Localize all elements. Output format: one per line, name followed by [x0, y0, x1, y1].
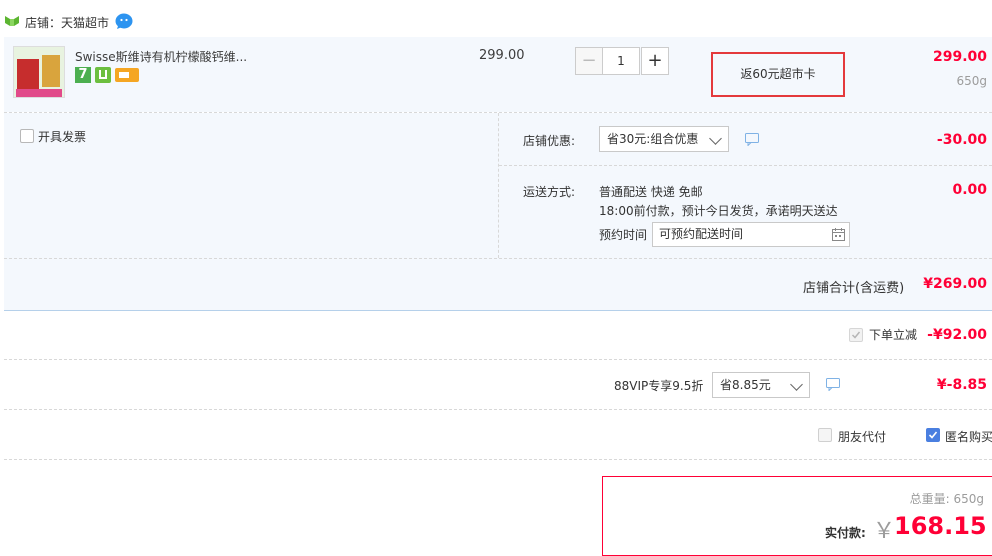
delivery-time-placeholder: 可预约配送时间	[659, 227, 744, 241]
shipping-amount: 0.00	[952, 182, 987, 198]
checkmark-icon	[928, 431, 938, 439]
message-icon[interactable]	[745, 133, 759, 146]
currency-symbol: ￥	[873, 519, 896, 544]
tmall-shop-icon	[5, 16, 19, 26]
delivery-time-label: 预约时间	[599, 228, 648, 242]
quantity-input[interactable]: 1	[602, 47, 640, 75]
shop-discount-label: 店铺优惠:	[523, 134, 576, 148]
shop-name[interactable]: 店铺：天猫超市	[25, 14, 109, 31]
service-guarantee-icon[interactable]	[95, 67, 111, 83]
chevron-down-icon	[709, 132, 722, 145]
shop-total-amount: ¥269.00	[923, 276, 987, 292]
instant-discount-checkbox[interactable]	[849, 328, 863, 342]
shipping-note: 18:00前付款，预计今日发货，承诺明天送达	[599, 204, 838, 218]
calendar-icon[interactable]	[832, 228, 845, 241]
vip-amount: ¥-8.85	[936, 377, 987, 393]
friend-pay-checkbox[interactable]	[818, 428, 832, 442]
unit-price: 299.00	[479, 48, 525, 63]
paid-amount: 168.15	[894, 512, 987, 540]
message-icon[interactable]	[826, 378, 840, 391]
shipping-method: 普通配送 快递 免邮	[599, 185, 703, 199]
vip-label: 88VIP专享9.5折	[614, 379, 704, 393]
product-title[interactable]: Swisse斯维诗有机柠檬酸钙维...	[75, 48, 247, 65]
chevron-down-icon	[790, 378, 803, 391]
seven-day-return-icon[interactable]: 7	[75, 67, 91, 83]
shop-discount-amount: -30.00	[936, 132, 987, 148]
shop-discount-select[interactable]: 省30元:组合优惠	[599, 126, 729, 152]
instant-discount-label: 下单立减	[869, 328, 918, 342]
anonymous-purchase-checkbox[interactable]	[926, 428, 940, 442]
invoice-label[interactable]: 开具发票	[38, 128, 86, 145]
shipping-label: 运送方式:	[523, 185, 576, 199]
promo-supermarket-card: 返60元超市卡	[711, 52, 845, 97]
item-subtotal: 299.00	[932, 49, 987, 65]
delivery-time-input[interactable]: 可预约配送时间	[652, 222, 850, 247]
card-benefit-icon[interactable]	[115, 68, 139, 82]
invoice-checkbox[interactable]	[20, 129, 34, 143]
shop-total-label: 店铺合计(含运费)	[803, 281, 905, 296]
quantity-decrement-button[interactable]: −	[575, 47, 603, 75]
checkmark-icon	[851, 331, 861, 339]
product-thumbnail[interactable]	[13, 46, 65, 98]
quantity-increment-button[interactable]: +	[641, 47, 669, 75]
instant-discount-amount: -¥92.00	[927, 327, 987, 343]
vip-discount-select[interactable]: 省8.85元	[712, 372, 810, 398]
total-weight: 总重量: 650g	[909, 492, 984, 506]
item-weight: 650g	[956, 74, 987, 88]
vip-discount-selected: 省8.85元	[720, 378, 771, 392]
friend-pay-label[interactable]: 朋友代付	[838, 428, 886, 445]
paid-label: 实付款:	[825, 526, 866, 540]
chat-bubble-icon[interactable]	[115, 12, 133, 30]
anonymous-purchase-label[interactable]: 匿名购买	[945, 428, 992, 445]
shop-discount-selected: 省30元:组合优惠	[607, 132, 699, 146]
